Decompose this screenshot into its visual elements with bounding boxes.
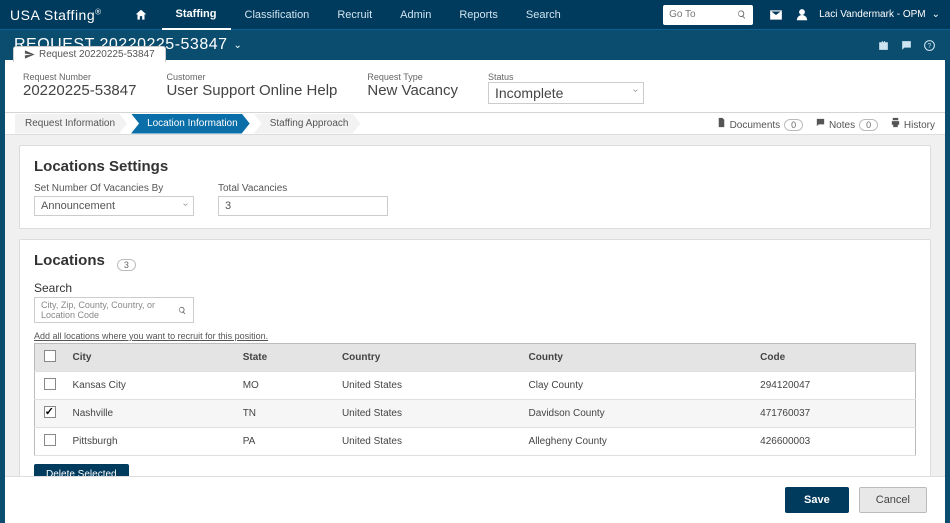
top-nav: USA Staffing® StaffingClassificationRecr…: [0, 0, 950, 30]
table-row[interactable]: Kansas CityMOUnited StatesClay County294…: [35, 372, 916, 400]
search-icon: [737, 9, 747, 20]
col-city[interactable]: City: [65, 344, 235, 372]
delete-selected-button[interactable]: Delete Selected: [34, 464, 129, 476]
goto-search[interactable]: [663, 5, 753, 25]
col-county[interactable]: County: [521, 344, 753, 372]
request-type-block: Request Type New Vacancy: [367, 72, 458, 104]
status-block: Status Incomplete: [488, 72, 644, 104]
nav-recruit[interactable]: Recruit: [323, 0, 386, 30]
row-checkbox[interactable]: [44, 434, 56, 446]
nav-admin[interactable]: Admin: [386, 0, 445, 30]
step-location-information[interactable]: Location Information: [131, 114, 250, 134]
save-button[interactable]: Save: [785, 487, 849, 513]
footer-actions: Save Cancel: [5, 476, 945, 523]
home-icon: [134, 8, 148, 22]
notes-link[interactable]: Notes0: [815, 117, 878, 131]
col-code[interactable]: Code: [752, 344, 915, 372]
row-checkbox[interactable]: [44, 378, 56, 390]
customer-block: Customer User Support Online Help: [166, 72, 337, 104]
brand: USA Staffing®: [10, 7, 102, 23]
set-vacancies-by-select[interactable]: Announcement: [34, 196, 194, 216]
briefcase-icon[interactable]: [877, 39, 890, 52]
nav-search[interactable]: Search: [512, 0, 575, 30]
total-vacancies-input[interactable]: [218, 196, 388, 216]
main-content: Locations Settings Set Number Of Vacanci…: [5, 135, 945, 476]
col-country[interactable]: Country: [334, 344, 521, 372]
send-icon: [24, 49, 35, 60]
mail-icon[interactable]: [769, 8, 783, 22]
user-menu[interactable]: Laci Vandermark - OPM⌄: [819, 9, 940, 20]
locations-settings-title: Locations Settings: [34, 158, 916, 175]
col-state[interactable]: State: [235, 344, 334, 372]
status-select[interactable]: Incomplete: [488, 82, 644, 104]
locations-settings-panel: Locations Settings Set Number Of Vacanci…: [19, 145, 931, 229]
svg-text:?: ?: [927, 43, 931, 50]
request-tab[interactable]: Request 20220225-53847: [13, 46, 166, 62]
location-search[interactable]: City, Zip, County, Country, or Location …: [34, 297, 194, 323]
table-row[interactable]: PittsburghPAUnited StatesAllegheny Count…: [35, 428, 916, 456]
locations-count: 3: [117, 259, 136, 271]
documents-link[interactable]: Documents0: [716, 117, 803, 131]
user-icon: [795, 8, 809, 22]
table-row[interactable]: NashvilleTNUnited StatesDavidson County4…: [35, 400, 916, 428]
locations-table: CityStateCountryCountyCode Kansas CityMO…: [34, 343, 916, 456]
document-icon: [716, 117, 727, 128]
goto-input[interactable]: [669, 9, 737, 20]
history-link[interactable]: History: [890, 117, 935, 131]
locations-panel: Locations 3 Search City, Zip, County, Co…: [19, 239, 931, 476]
step-request-information[interactable]: Request Information: [15, 114, 127, 134]
locations-hint: Add all locations where you want to recr…: [34, 331, 916, 341]
request-header: Request Number 20220225-53847 Customer U…: [5, 60, 945, 113]
search-icon: [178, 305, 187, 316]
locations-title: Locations: [34, 252, 105, 269]
step-bar: Request InformationLocation InformationS…: [5, 113, 945, 135]
cancel-button[interactable]: Cancel: [859, 487, 927, 513]
note-icon: [815, 117, 826, 128]
request-number-block: Request Number 20220225-53847: [23, 72, 136, 104]
home-nav[interactable]: [120, 0, 162, 30]
help-icon[interactable]: ?: [923, 39, 936, 52]
nav-classification[interactable]: Classification: [231, 0, 324, 30]
nav-reports[interactable]: Reports: [445, 0, 512, 30]
select-all-checkbox[interactable]: [44, 350, 56, 362]
step-staffing-approach[interactable]: Staffing Approach: [254, 114, 361, 134]
row-checkbox[interactable]: [44, 406, 56, 418]
print-icon: [890, 117, 901, 128]
chat-icon[interactable]: [900, 39, 913, 52]
nav-staffing[interactable]: Staffing: [162, 0, 231, 30]
title-caret-icon[interactable]: ⌄: [234, 40, 243, 51]
page-container: Request 20220225-53847 Request Number 20…: [5, 60, 945, 523]
